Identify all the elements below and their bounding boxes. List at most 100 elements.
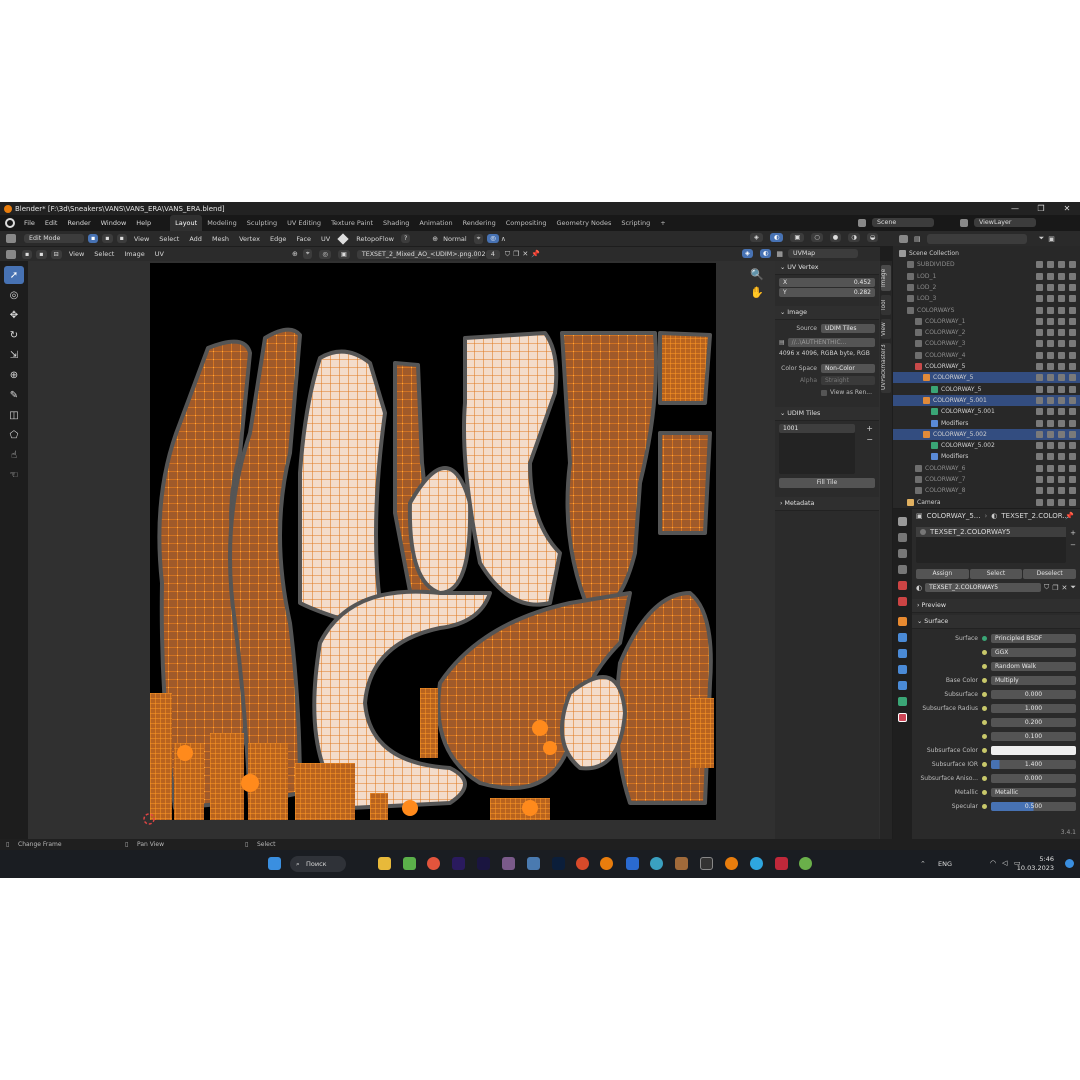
blender-menu-icon[interactable] xyxy=(5,218,15,228)
chrome-icon[interactable] xyxy=(427,857,440,870)
alpha-selector[interactable]: Straight xyxy=(821,376,875,385)
fake-user-icon[interactable]: ⛉ xyxy=(505,250,510,259)
socket-icon[interactable] xyxy=(982,677,987,683)
slot-remove-icon[interactable]: − xyxy=(1070,541,1076,549)
property-value-field[interactable]: 0.200 xyxy=(991,717,1076,727)
workspace-tab-animation[interactable]: Animation xyxy=(414,215,457,231)
socket-icon[interactable] xyxy=(982,635,987,641)
exclude-checkbox-icon[interactable] xyxy=(1036,487,1043,495)
socket-icon[interactable] xyxy=(982,705,987,711)
grab-tool-icon[interactable]: ⬠ xyxy=(4,426,24,444)
exclude-checkbox-icon[interactable] xyxy=(1036,419,1043,427)
metadata-panel-header[interactable]: › Metadata xyxy=(775,497,879,511)
exclude-checkbox-icon[interactable] xyxy=(1036,340,1043,348)
visibility-eye-icon[interactable] xyxy=(1047,351,1054,359)
workspace-tab-modeling[interactable]: Modeling xyxy=(202,215,242,231)
view-as-render-checkbox[interactable] xyxy=(821,389,827,396)
menu-select[interactable]: Select xyxy=(154,231,184,247)
image-panel-header[interactable]: ⌄ Image xyxy=(775,306,879,320)
store-icon[interactable] xyxy=(403,857,416,870)
viewport-toggle-icon[interactable] xyxy=(1058,363,1065,370)
orientation-selector[interactable]: Normal xyxy=(438,231,472,247)
telegram-icon[interactable] xyxy=(750,857,763,870)
render-properties-icon[interactable] xyxy=(898,533,907,542)
material-copy-icon[interactable]: ❐ xyxy=(1052,584,1058,592)
uv-menu-select[interactable]: Select xyxy=(89,246,119,262)
output-properties-icon[interactable] xyxy=(898,549,907,558)
outliner-row[interactable]: COLORWAY_5.002 xyxy=(893,428,1080,440)
outliner-row[interactable]: Modifiers xyxy=(893,451,1080,462)
render-shading-icon[interactable]: ◒ xyxy=(866,233,879,242)
render-toggle-icon[interactable] xyxy=(1069,442,1076,450)
tab-view[interactable]: View xyxy=(881,319,891,339)
exclude-checkbox-icon[interactable] xyxy=(1036,476,1043,483)
exclude-checkbox-icon[interactable] xyxy=(1036,396,1043,404)
pin-icon[interactable]: 📌 xyxy=(531,250,540,258)
outliner-row[interactable]: COLORWAY_7 xyxy=(893,474,1080,485)
uv-sticky-icon[interactable]: ▪ xyxy=(36,249,47,259)
proportional-edit-icon[interactable]: ◎ xyxy=(487,234,499,243)
visibility-eye-icon[interactable] xyxy=(1047,329,1054,337)
outliner-row[interactable]: COLORWAY_5 xyxy=(893,361,1080,372)
exclude-checkbox-icon[interactable] xyxy=(1036,453,1043,461)
menu-mesh[interactable]: Mesh xyxy=(207,231,234,247)
visibility-eye-icon[interactable] xyxy=(1047,283,1054,291)
viewport-toggle-icon[interactable] xyxy=(1058,261,1065,269)
uv-layout-canvas[interactable] xyxy=(150,263,716,820)
viewport-toggle-icon[interactable] xyxy=(1058,295,1065,303)
viewport-toggle-icon[interactable] xyxy=(1058,329,1065,337)
render-toggle-icon[interactable] xyxy=(1069,363,1076,370)
uv-menu-uv[interactable]: UV xyxy=(150,246,169,262)
viewport-toggle-icon[interactable] xyxy=(1058,464,1065,472)
material-shading-icon[interactable]: ◑ xyxy=(848,233,860,242)
render-toggle-icon[interactable] xyxy=(1069,487,1076,495)
pinch-tool-icon[interactable]: ☜ xyxy=(4,466,24,484)
colorspace-selector[interactable]: Non-Color xyxy=(821,364,875,373)
maximize-button[interactable]: ❐ xyxy=(1028,202,1054,215)
visibility-eye-icon[interactable] xyxy=(1047,363,1054,370)
exclude-checkbox-icon[interactable] xyxy=(1036,295,1043,303)
fill-tile-button[interactable]: Fill Tile xyxy=(779,478,875,488)
visibility-eye-icon[interactable] xyxy=(1047,442,1054,450)
visibility-eye-icon[interactable] xyxy=(1047,385,1054,393)
outliner-row[interactable]: COLORWAYS xyxy=(893,305,1080,316)
workspace-tab-texture-paint[interactable]: Texture Paint xyxy=(326,215,378,231)
blender-2-icon[interactable] xyxy=(725,857,738,870)
render-toggle-icon[interactable] xyxy=(1069,408,1076,416)
viewport-toggle-icon[interactable] xyxy=(1058,340,1065,348)
viewport-toggle-icon[interactable] xyxy=(1058,419,1065,427)
viewport-toggle-icon[interactable] xyxy=(1058,408,1065,416)
language-indicator[interactable]: ENG xyxy=(938,860,952,868)
workspace-tab-scripting[interactable]: Scripting xyxy=(616,215,655,231)
visibility-eye-icon[interactable] xyxy=(1047,498,1054,506)
source-selector[interactable]: UDIM Tiles xyxy=(821,324,875,333)
retopoflow-icon[interactable] xyxy=(337,232,349,245)
socket-icon[interactable] xyxy=(982,691,987,697)
blender-taskbar-icon[interactable] xyxy=(600,857,613,870)
property-value-field[interactable]: 1.000 xyxy=(991,703,1076,713)
property-value-field[interactable]: Metallic xyxy=(991,787,1076,797)
taskbar-search[interactable]: ⌕ Поиск xyxy=(290,856,346,872)
outliner-row[interactable]: COLORWAY_5.002 xyxy=(893,440,1080,451)
outliner-row[interactable]: COLORWAY_1 xyxy=(893,316,1080,327)
exclude-checkbox-icon[interactable] xyxy=(1036,498,1043,506)
world-properties-icon[interactable] xyxy=(898,597,907,606)
udim-panel-header[interactable]: ⌄ UDIM Tiles xyxy=(775,407,879,421)
render-toggle-icon[interactable] xyxy=(1069,283,1076,291)
render-toggle-icon[interactable] xyxy=(1069,419,1076,427)
app-icon-14[interactable] xyxy=(675,857,688,870)
visibility-eye-icon[interactable] xyxy=(1047,374,1054,382)
select-box-tool-icon[interactable]: ➚ xyxy=(4,266,24,284)
data-properties-icon[interactable] xyxy=(898,697,907,706)
material-unlink-icon[interactable]: ✕ xyxy=(1062,584,1068,592)
uv-overlay-icon[interactable]: ◐ xyxy=(759,249,772,258)
minimize-button[interactable]: — xyxy=(1002,202,1028,215)
menu-vertex[interactable]: Vertex xyxy=(234,231,265,247)
select-mode-face-icon[interactable]: ▪ xyxy=(116,234,127,243)
exclude-checkbox-icon[interactable] xyxy=(1036,283,1043,291)
uv-mode-selector[interactable]: ⊟ xyxy=(50,249,62,259)
visibility-eye-icon[interactable] xyxy=(1047,430,1054,438)
exclude-checkbox-icon[interactable] xyxy=(1036,261,1043,269)
property-value-field[interactable]: 0.000 xyxy=(991,689,1076,699)
uv-snap-icon[interactable]: ⌖ xyxy=(302,249,313,259)
